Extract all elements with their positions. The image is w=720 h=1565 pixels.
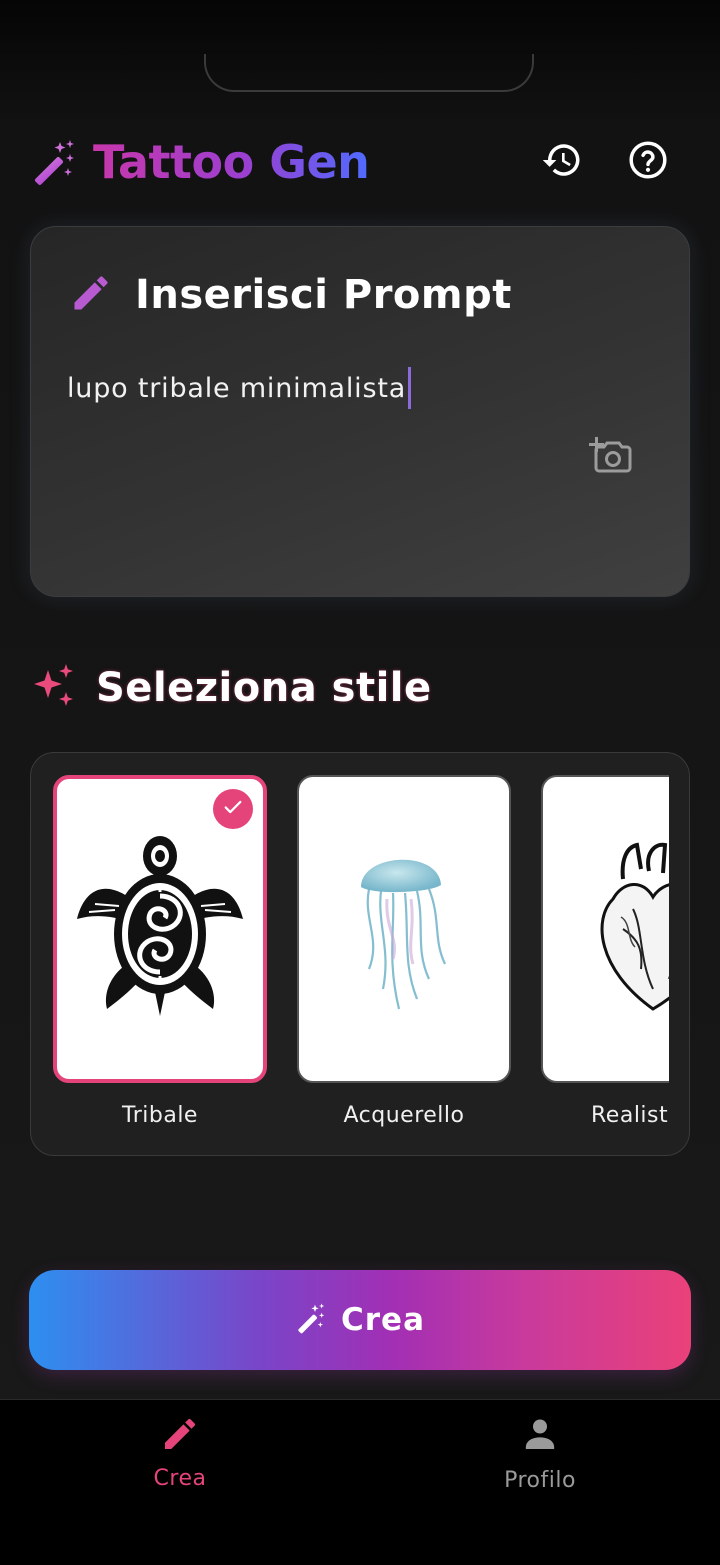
- nav-item-crea[interactable]: Crea: [80, 1414, 280, 1491]
- text-caret: [408, 367, 412, 409]
- app-header: Tattoo Gen: [30, 130, 690, 194]
- pencil-icon: [69, 271, 113, 319]
- watercolor-jellyfish-image: [361, 859, 446, 1010]
- style-card: [297, 775, 511, 1083]
- sparkles-icon: [30, 662, 78, 714]
- style-label: Acquerello: [343, 1103, 465, 1128]
- app-title: Tattoo Gen: [93, 135, 370, 189]
- help-circle-icon: [627, 139, 669, 185]
- device-notch: [204, 54, 534, 92]
- prompt-input[interactable]: lupo tribale minimalista: [67, 367, 412, 409]
- tribal-turtle-image: [77, 836, 243, 1016]
- add-photo-button[interactable]: [587, 431, 635, 479]
- nav-item-label: Crea: [153, 1466, 207, 1491]
- app-screen: Tattoo Gen Inserisci Prompt lupo tribale…: [0, 0, 720, 1565]
- create-button[interactable]: Crea: [29, 1270, 691, 1370]
- prompt-title: Inserisci Prompt: [135, 272, 512, 318]
- check-icon: [222, 796, 244, 822]
- magic-wand-icon: [30, 138, 78, 186]
- person-icon: [520, 1414, 560, 1458]
- realistic-heart-image: [600, 842, 669, 1011]
- style-option-realistico[interactable]: Realist: [541, 775, 669, 1128]
- history-icon: [541, 139, 583, 185]
- style-label: Realist: [591, 1103, 669, 1128]
- style-card: [541, 775, 669, 1083]
- prompt-card: Inserisci Prompt lupo tribale minimalist…: [30, 226, 690, 597]
- style-option-tribale[interactable]: Tribale: [53, 775, 267, 1128]
- add-photo-camera-icon: [587, 437, 635, 483]
- style-section-title: Seleziona stile: [96, 665, 432, 711]
- create-button-label: Crea: [341, 1302, 425, 1338]
- magic-wand-icon: [295, 1302, 327, 1338]
- style-card: [53, 775, 267, 1083]
- style-carousel[interactable]: Tribale Acquerello Realist: [53, 775, 669, 1145]
- style-selector-panel: Tribale Acquerello Realist: [30, 752, 690, 1156]
- style-section-header: Seleziona stile: [30, 660, 432, 716]
- selected-check-badge: [213, 789, 253, 829]
- nav-item-profilo[interactable]: Profilo: [440, 1414, 640, 1493]
- history-button[interactable]: [538, 138, 586, 186]
- style-option-acquerello[interactable]: Acquerello: [297, 775, 511, 1128]
- prompt-input-value: lupo tribale minimalista: [67, 372, 407, 404]
- pencil-icon: [160, 1414, 200, 1458]
- style-label: Tribale: [122, 1103, 198, 1128]
- prompt-header: Inserisci Prompt: [69, 267, 512, 323]
- bottom-navigation: Crea Profilo: [0, 1399, 720, 1565]
- nav-item-label: Profilo: [504, 1468, 576, 1493]
- help-button[interactable]: [624, 138, 672, 186]
